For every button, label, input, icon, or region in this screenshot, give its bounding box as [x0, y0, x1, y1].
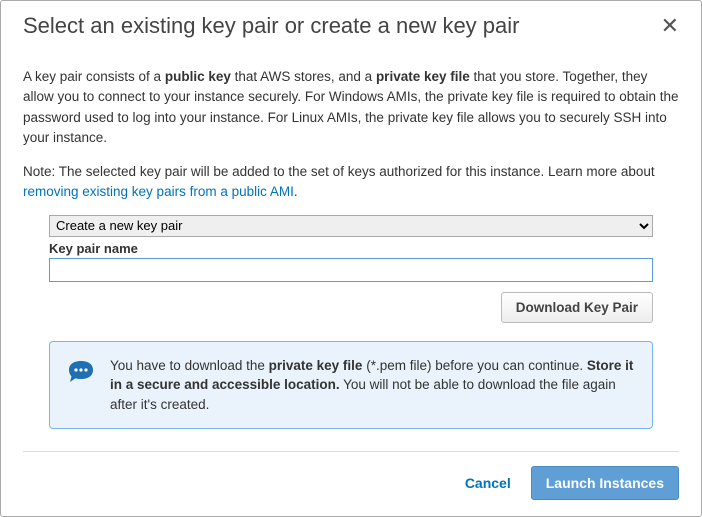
info-icon: [66, 358, 96, 388]
dialog-body: A key pair consists of a public key that…: [1, 49, 701, 451]
dialog-header: Select an existing key pair or create a …: [1, 1, 701, 49]
text: A key pair consists of a: [23, 69, 165, 84]
keypair-mode-select[interactable]: Create a new key pair: [49, 215, 653, 237]
form-area: Create a new key pair Key pair name Down…: [23, 215, 679, 430]
keypair-name-label: Key pair name: [49, 241, 653, 256]
info-text: You have to download the private key fil…: [110, 356, 636, 415]
text: that AWS stores, and a: [231, 69, 376, 84]
close-icon[interactable]: ✕: [661, 15, 679, 37]
note-text: Note: The selected key pair will be adde…: [23, 162, 679, 203]
download-row: Download Key Pair: [49, 292, 653, 323]
dialog-title: Select an existing key pair or create a …: [23, 13, 519, 39]
download-keypair-button[interactable]: Download Key Pair: [501, 292, 653, 323]
learn-more-link[interactable]: removing existing key pairs from a publi…: [23, 184, 294, 199]
text: You have to download the: [110, 358, 269, 373]
text-bold: public key: [165, 69, 231, 84]
text-bold: private key file: [269, 358, 363, 373]
text-bold: private key file: [376, 69, 470, 84]
keypair-mode-row: Create a new key pair: [49, 215, 653, 237]
keypair-dialog: Select an existing key pair or create a …: [0, 0, 702, 517]
intro-text: A key pair consists of a public key that…: [23, 67, 679, 148]
text: Note: The selected key pair will be adde…: [23, 164, 655, 179]
info-box: You have to download the private key fil…: [49, 341, 653, 430]
cancel-button[interactable]: Cancel: [463, 469, 513, 497]
launch-instances-button[interactable]: Launch Instances: [531, 466, 679, 500]
dialog-footer: Cancel Launch Instances: [23, 451, 679, 516]
text: .: [294, 184, 298, 199]
text: (*.pem file) before you can continue.: [362, 358, 586, 373]
keypair-name-input[interactable]: [49, 258, 653, 282]
